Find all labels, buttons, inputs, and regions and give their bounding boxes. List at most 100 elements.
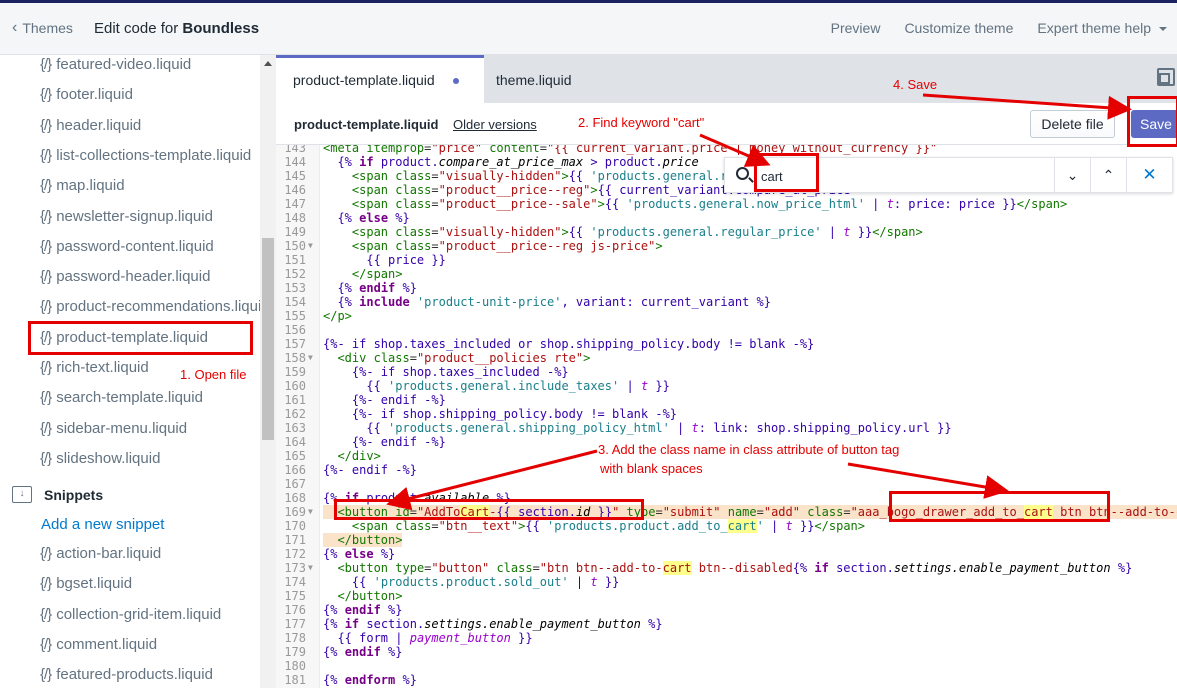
chevron-left-icon: ‹ [12, 19, 18, 36]
line-number: 166 [284, 463, 306, 477]
code-line[interactable]: 161 {%- endif -%} [276, 393, 1177, 407]
code-line[interactable]: 167 [276, 477, 1177, 491]
previous-match-button[interactable]: ⌃ [1090, 158, 1126, 192]
code-line[interactable]: 180 [276, 659, 1177, 673]
sidebar-file-item[interactable]: {/} list-collections-template.liquid [40, 147, 251, 164]
customize-theme-link[interactable]: Customize theme [904, 20, 1013, 36]
expand-editor-icon[interactable] [1157, 68, 1175, 86]
code-line[interactable]: 155 </p> [276, 309, 1177, 323]
next-match-button[interactable]: ⌄ [1054, 158, 1090, 192]
sidebar-file-item[interactable]: {/} rich-text.liquid [40, 359, 149, 376]
sidebar-file-item[interactable]: {/} sidebar-menu.liquid [40, 420, 187, 437]
fold-arrow-icon[interactable]: ▼ [308, 239, 313, 253]
code-line[interactable]: 143 <meta itemprop="price" content="{{ cu… [276, 145, 1177, 155]
code-line[interactable]: 151 {{ price }} [276, 253, 1177, 267]
code-line[interactable]: 177 {% if section.settings.enable_payment… [276, 617, 1177, 631]
code-line[interactable]: 179 {% endif %} [276, 645, 1177, 659]
code-line[interactable]: 149 <span class="visually-hidden">{{ 'pr… [276, 225, 1177, 239]
sidebar-snippet-item[interactable]: {/} comment.liquid [40, 636, 157, 653]
fold-arrow-icon[interactable]: ▼ [308, 351, 313, 365]
file-label: footer.liquid [56, 86, 133, 104]
code-line[interactable]: 162 {%- if shop.shipping_policy.body != … [276, 407, 1177, 421]
line-number: 154 [284, 295, 306, 309]
line-number: 164 [284, 435, 306, 449]
code-line[interactable]: 160 {{ 'products.general.include_taxes' … [276, 379, 1177, 393]
sidebar-file-item[interactable]: {/} newsletter-signup.liquid [40, 208, 213, 225]
sidebar-file-item[interactable]: {/} search-template.liquid [40, 389, 203, 406]
code-line[interactable]: 150 ▼ <span class="product__price--reg js… [276, 239, 1177, 253]
line-number: 176 [284, 603, 306, 617]
code-line[interactable]: 153 {% endif %} [276, 281, 1177, 295]
code-text: {{ 'products.general.shipping_policy_htm… [366, 421, 952, 435]
code-line[interactable]: 172 {% else %} [276, 547, 1177, 561]
expert-theme-help-menu[interactable]: Expert theme help [1037, 20, 1167, 36]
tab-theme-liquid[interactable]: theme.liquid [479, 55, 589, 103]
sidebar-file-item[interactable]: {/} product-recommendations.liquid [40, 298, 260, 315]
code-line[interactable]: 176 {% endif %} [276, 603, 1177, 617]
code-file-icon: {/} [40, 545, 52, 562]
code-line[interactable]: 158 ▼ <div class="product__policies rte"> [276, 351, 1177, 365]
tab-product-template[interactable]: product-template.liquid [276, 55, 484, 103]
save-button[interactable]: Save [1131, 110, 1177, 138]
code-line[interactable]: 181 {% endform %} [276, 673, 1177, 687]
sidebar-file-item[interactable]: {/} map.liquid [40, 177, 125, 194]
sidebar-snippet-item[interactable]: {/} bgset.liquid [40, 575, 132, 592]
search-input[interactable] [761, 166, 1041, 186]
sidebar-scrollbar[interactable] [260, 55, 276, 688]
snippets-folder[interactable]: ↓ Snippets [12, 486, 103, 503]
code-line[interactable]: 157 {%- if shop.taxes_included or shop.sh… [276, 337, 1177, 351]
code-text: {%- endif -%} [351, 393, 446, 407]
sidebar-snippet-item[interactable]: {/} featured-products.liquid [40, 666, 213, 683]
code-line[interactable]: 169 ▼ <button id="AddToCart-{{ section.id… [276, 505, 1177, 519]
sidebar-file-item[interactable]: {/} featured-video.liquid [40, 56, 191, 73]
code-line[interactable]: 147 <span class="product__price--sale">{… [276, 197, 1177, 211]
sidebar-file-item[interactable]: {/} product-template.liquid [40, 329, 208, 346]
code-line[interactable]: 166 {%- endif -%} [276, 463, 1177, 477]
code-line[interactable]: 159 {%- if shop.taxes_included -%} [276, 365, 1177, 379]
preview-link[interactable]: Preview [831, 20, 881, 36]
code-line[interactable]: 174 {{ 'products.product.sold_out' | t }… [276, 575, 1177, 589]
code-text: {% if product.compare_at_price_max > pro… [337, 155, 699, 169]
code-line[interactable]: 168 {% if product.available %} [276, 491, 1177, 505]
add-new-snippet-link[interactable]: Add a new snippet [41, 516, 164, 533]
code-text: </button> [323, 533, 403, 547]
sidebar-file-item[interactable]: {/} password-header.liquid [40, 268, 210, 285]
line-number: 172 [284, 547, 306, 561]
file-label: featured-video.liquid [56, 56, 192, 73]
sidebar-snippet-item[interactable]: {/} collection-grid-item.liquid [40, 606, 221, 623]
code-line[interactable]: 178 {{ form | payment_button }} [276, 631, 1177, 645]
close-search-button[interactable]: ✕ [1126, 158, 1172, 192]
code-line[interactable]: 171 </button> [276, 533, 1177, 547]
code-line[interactable]: 173 ▼ <button type="button" class="btn bt… [276, 561, 1177, 575]
code-line[interactable]: 148 {% else %} [276, 211, 1177, 225]
line-number: 180 [284, 659, 306, 673]
fold-arrow-icon[interactable]: ▼ [308, 561, 313, 575]
code-line[interactable]: 170 <span class="btn__text">{{ 'products… [276, 519, 1177, 533]
code-line[interactable]: 156 [276, 323, 1177, 337]
scrollbar-thumb[interactable] [262, 238, 274, 440]
code-text: <span class="btn__text">{{ 'products.pro… [351, 519, 865, 533]
sidebar-file-item[interactable]: {/} footer.liquid [40, 86, 133, 103]
back-to-themes-link[interactable]: ‹ Themes [12, 19, 73, 37]
annotation-step-2: 2. Find keyword "cart" [578, 115, 705, 130]
line-number: 173 [284, 561, 306, 575]
code-area[interactable]: 143 <meta itemprop="price" content="{{ cu… [276, 145, 1177, 688]
sidebar-file-item[interactable]: {/} slideshow.liquid [40, 450, 160, 467]
code-line[interactable]: 163 {{ 'products.general.shipping_policy… [276, 421, 1177, 435]
fold-arrow-icon[interactable]: ▼ [308, 505, 313, 519]
scroll-up-arrow-icon[interactable] [264, 61, 272, 66]
sidebar-snippet-item[interactable]: {/} action-bar.liquid [40, 545, 161, 562]
delete-file-button[interactable]: Delete file [1030, 110, 1115, 138]
sidebar-file-item[interactable]: {/} header.liquid [40, 117, 141, 134]
older-versions-link[interactable]: Older versions [453, 117, 537, 132]
code-editor-panel: product-template.liquid theme.liquid pro… [276, 55, 1177, 688]
code-text: </span> [351, 267, 403, 281]
code-text: {% endif %} [323, 603, 403, 617]
line-number: 150 [284, 239, 306, 253]
sidebar-file-item[interactable]: {/} password-content.liquid [40, 238, 214, 255]
file-label: product-recommendations.liquid [56, 298, 260, 316]
file-toolbar: product-template.liquid Older versions D… [276, 103, 1177, 145]
code-line[interactable]: 175 </button> [276, 589, 1177, 603]
code-line[interactable]: 152 </span> [276, 267, 1177, 281]
code-line[interactable]: 154 {% include 'product-unit-price', var… [276, 295, 1177, 309]
